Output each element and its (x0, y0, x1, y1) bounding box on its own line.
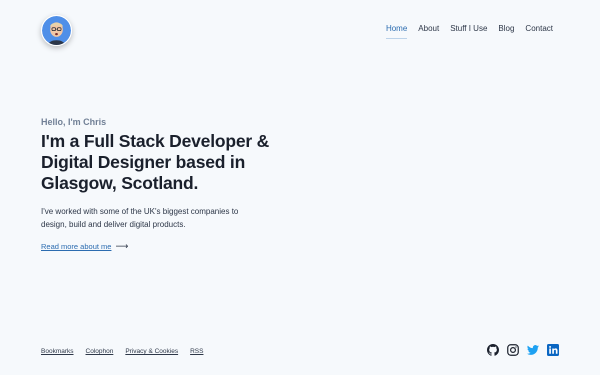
footer-link-bookmarks[interactable]: Bookmarks (41, 347, 74, 356)
page-title: I'm a Full Stack Developer & Digital Des… (41, 131, 270, 193)
instagram-icon[interactable] (507, 344, 519, 356)
read-more-label: Read more about me (41, 242, 112, 251)
linkedin-icon[interactable] (547, 344, 559, 356)
footer-links: Bookmarks Colophon Privacy & Cookies RSS (41, 347, 203, 356)
avatar[interactable] (41, 15, 72, 46)
nav-home[interactable]: Home (385, 23, 408, 39)
social-links (487, 344, 559, 356)
github-icon[interactable] (487, 344, 499, 356)
avatar-illustration (42, 16, 71, 45)
twitter-icon[interactable] (527, 344, 539, 356)
nav-about[interactable]: About (418, 23, 439, 39)
arrow-right-icon: ⟶ (115, 241, 129, 251)
hero-section: Hello, I'm Chris I'm a Full Stack Develo… (41, 117, 271, 254)
footer-link-colophon[interactable]: Colophon (86, 347, 114, 356)
nav-stuff-i-use[interactable]: Stuff I Use (450, 23, 487, 39)
nav-contact[interactable]: Contact (525, 23, 553, 39)
intro-text: I've worked with some of the UK's bigges… (41, 207, 239, 229)
main-nav: Home About Stuff I Use Blog Contact (385, 23, 553, 39)
footer-link-rss[interactable]: RSS (190, 347, 203, 356)
read-more-link[interactable]: Read more about me ⟶ (41, 241, 128, 252)
nav-blog[interactable]: Blog (498, 23, 514, 39)
site-header: Home About Stuff I Use Blog Contact (0, 0, 600, 62)
footer-link-privacy[interactable]: Privacy & Cookies (125, 347, 178, 356)
greeting: Hello, I'm Chris (41, 117, 107, 127)
site-footer: Bookmarks Colophon Privacy & Cookies RSS (0, 340, 600, 364)
